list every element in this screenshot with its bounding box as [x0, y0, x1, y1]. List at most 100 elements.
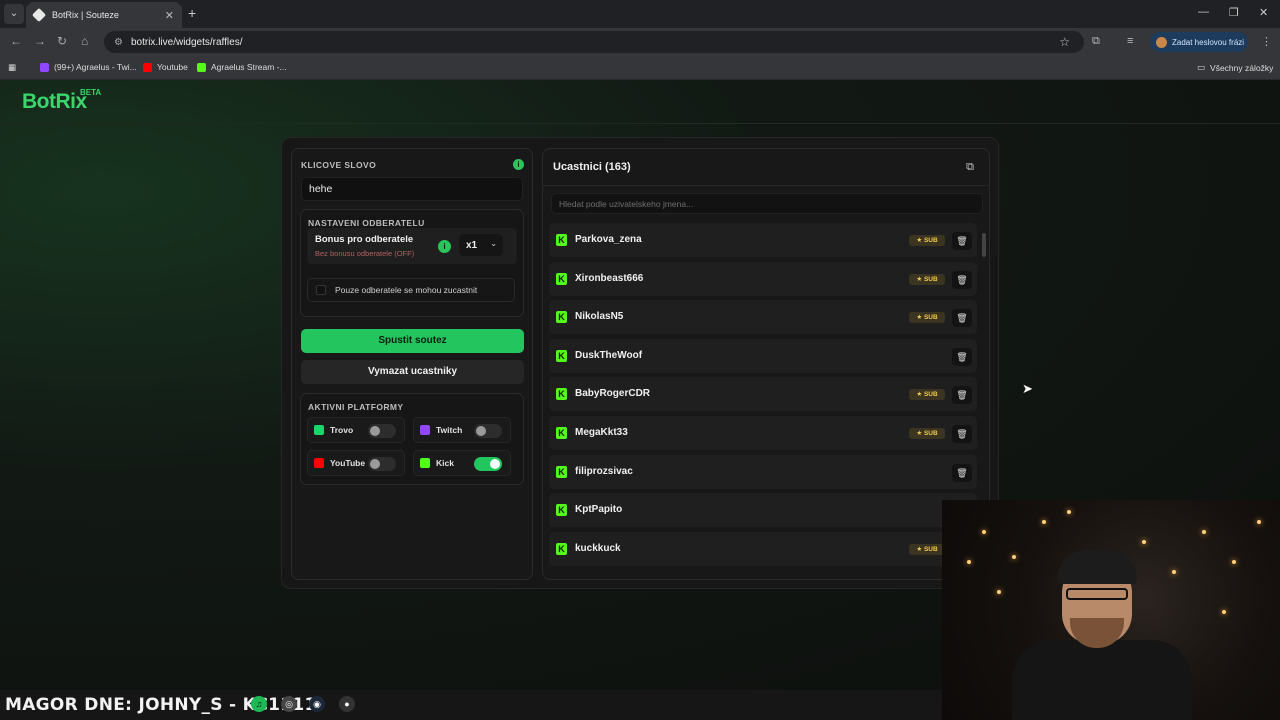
participant-name: MegaKkt33 — [575, 427, 628, 438]
participant-name: Xironbeast666 — [575, 272, 644, 284]
browser-tab[interactable]: BotRix | Souteze ✕ — [26, 2, 182, 28]
browser-toolbar: ← → ↻ ⌂ ⚙ botrix.live/widgets/raffles/ ☆… — [0, 28, 1280, 56]
delete-participant-button[interactable]: 🗑 — [952, 232, 972, 250]
participant-name: filiprozsivac — [575, 465, 633, 477]
subs-only-checkbox-row[interactable]: Pouze odberatele se mohou zucastnit — [307, 278, 515, 302]
twitch-icon — [420, 425, 430, 435]
youtube-toggle[interactable] — [368, 457, 396, 471]
subs-only-checkbox[interactable] — [316, 285, 326, 295]
streamer-glasses — [1066, 588, 1128, 600]
kick-toggle[interactable] — [474, 457, 502, 471]
raffle-settings-panel: KLICOVE SLOVO i NASTAVENI ODBERATELU Bon… — [291, 148, 533, 580]
kick-icon: K — [556, 388, 567, 401]
platform-trovo: Trovo — [307, 417, 405, 443]
delete-participant-button[interactable]: 🗑 — [952, 386, 972, 405]
start-raffle-button[interactable]: Spustit soutez — [301, 329, 524, 353]
kick-icon: K — [556, 427, 567, 439]
back-icon[interactable]: ← — [10, 34, 22, 48]
copy-icon[interactable]: ⧉ — [961, 158, 979, 176]
participant-row: K NikolasN5 ★ SUB 🗑 — [549, 300, 977, 335]
divider — [543, 185, 989, 186]
browser-tab-bar: ⌄ BotRix | Souteze ✕ + — ❐ ✕ — [0, 0, 1280, 28]
bookmark-star-icon[interactable]: ☆ — [1059, 35, 1070, 49]
sub-badge-label: SUB — [923, 314, 938, 322]
bookmark-youtube[interactable]: Youtube — [143, 62, 188, 72]
forward-icon[interactable]: → — [34, 34, 46, 48]
sub-badge-label: SUB — [923, 237, 938, 244]
platform-label: YouTube — [330, 458, 366, 468]
bonus-title: Bonus pro odberatele — [315, 234, 414, 245]
delete-participant-button[interactable]: 🗑 — [952, 270, 972, 289]
obs-icon[interactable]: ● — [339, 696, 355, 712]
address-bar[interactable]: ⚙ botrix.live/widgets/raffles/ ☆ — [104, 31, 1084, 53]
all-bookmarks-folder[interactable]: ▭ Všechny záložky — [1197, 62, 1273, 73]
new-tab-button[interactable]: + — [188, 5, 196, 21]
maximize-icon[interactable]: ❐ — [1229, 6, 1239, 19]
spotify-icon[interactable]: ♫ — [251, 696, 267, 712]
bonus-info-icon[interactable]: i — [438, 240, 451, 253]
profile-button[interactable]: Zadat heslovou frázi — [1150, 32, 1248, 52]
platform-label: Trovo — [330, 425, 354, 435]
participant-row: K BabyRogerCDR ★ SUB 🗑 — [549, 377, 977, 412]
close-icon[interactable]: ✕ — [165, 9, 174, 22]
active-platforms: AKTIVNI PLATFORMY Trovo Twitch YouTube K… — [300, 393, 524, 485]
participant-row: Kkuckkuck★ SUB🗑 — [549, 531, 977, 566]
multiplier-value: x1 — [466, 239, 478, 251]
app-icon[interactable]: ◎ — [281, 696, 297, 712]
twitch-icon — [40, 62, 49, 72]
folder-icon: ▭ — [1197, 62, 1206, 72]
bookmark-twitch[interactable]: (99+) Agraelus - Twi... — [40, 62, 137, 72]
avatar — [1156, 36, 1167, 48]
sub-badge-label: SUB — [923, 545, 938, 553]
apps-grid-icon[interactable]: ▦ — [8, 62, 16, 73]
trovo-toggle[interactable] — [368, 424, 396, 438]
platforms-label: AKTIVNI PLATFORMY — [308, 402, 404, 412]
kick-icon: K — [556, 311, 567, 324]
keyword-input[interactable] — [301, 177, 523, 201]
steam-icon[interactable]: ◉ — [309, 696, 325, 712]
bookmark-label: Agraelus Stream -... — [211, 62, 287, 72]
kick-icon — [420, 458, 430, 468]
keyword-label: KLICOVE SLOVO — [301, 160, 377, 170]
extensions-icon[interactable]: ⧉ — [1092, 35, 1100, 48]
site-info-icon[interactable]: ⚙ — [114, 37, 123, 48]
twitch-toggle[interactable] — [474, 424, 502, 438]
star-icon: ★ — [916, 430, 924, 437]
bookmark-kick[interactable]: Agraelus Stream -... — [197, 62, 287, 72]
info-icon[interactable]: i — [513, 159, 524, 170]
reload-icon[interactable]: ↻ — [57, 34, 67, 48]
participant-name: BabyRogerCDR — [575, 388, 651, 400]
participant-row: K Xironbeast666 ★ SUB 🗑 — [549, 261, 977, 296]
clear-participants-button[interactable]: Vymazat ucastniky — [301, 360, 524, 384]
kick-icon: K — [556, 542, 567, 555]
delete-participant-button[interactable]: 🗑 — [952, 347, 972, 366]
bonus-multiplier-select[interactable]: x1 ⌄ — [459, 234, 503, 256]
window-close-icon[interactable]: ✕ — [1259, 6, 1268, 19]
participant-row: K MegaKkt33 ★ SUB 🗑 — [549, 416, 977, 450]
participant-search-input[interactable] — [551, 193, 983, 214]
delete-participant-button[interactable]: 🗑 — [952, 463, 972, 482]
botrix-favicon-icon — [31, 7, 47, 23]
platform-kick: Kick — [413, 450, 511, 476]
reading-list-icon[interactable]: ≡ — [1127, 35, 1133, 47]
participants-panel: Ucastnici (163) ⧉ K Parkova_zena ★ SUB 🗑 K Xi… — [542, 148, 990, 580]
chevron-down-icon: ⌄ — [490, 239, 497, 248]
tab-search-button[interactable]: ⌄ — [4, 4, 24, 24]
bookmark-label: Youtube — [157, 62, 188, 72]
participant-name: kuckkuck — [575, 542, 621, 554]
sub-badge: ★ SUB — [909, 543, 945, 555]
minimize-icon[interactable]: — — [1198, 6, 1209, 18]
sub-badge: ★ SUB — [909, 428, 945, 439]
star-icon: ★ — [916, 237, 924, 244]
botrix-logo[interactable]: BotRix — [22, 90, 87, 114]
delete-participant-button[interactable]: 🗑 — [952, 425, 972, 443]
home-icon[interactable]: ⌂ — [81, 34, 88, 48]
sub-badge-label: SUB — [923, 391, 938, 399]
menu-dots-icon[interactable]: ⋮ — [1261, 35, 1272, 48]
webcam-overlay — [942, 500, 1280, 720]
site-header: BotRix BETA — [0, 80, 1280, 124]
star-icon: ★ — [916, 391, 924, 399]
participant-name: Parkova_zena — [575, 234, 642, 245]
scrollbar[interactable] — [982, 233, 986, 257]
delete-participant-button[interactable]: 🗑 — [952, 309, 972, 328]
